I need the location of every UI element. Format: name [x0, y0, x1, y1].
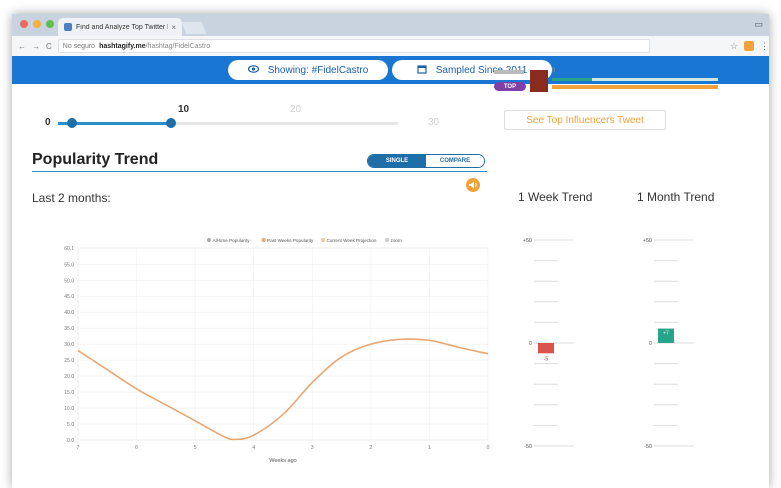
- legend-entry: zoom: [391, 238, 402, 243]
- week-bar-label: -5: [544, 356, 549, 362]
- x-tick-label: 2: [369, 445, 372, 451]
- slider-value-label: 10: [178, 104, 190, 115]
- security-label: No seguro: [62, 42, 96, 50]
- window-controls: [20, 20, 54, 28]
- forward-icon[interactable]: →: [32, 42, 40, 51]
- title-underline: [32, 171, 487, 172]
- y-tick-label: 45.0: [64, 294, 74, 300]
- influencer-zero-label: 0: [552, 68, 556, 74]
- url-host: hashtagify.me: [99, 42, 146, 50]
- influencer-badge: TOP: [494, 82, 526, 91]
- y-tick-label: 0.0: [67, 438, 74, 444]
- x-tick-label: 4: [252, 445, 255, 451]
- legend-entry: All-time Popularity: [213, 238, 251, 243]
- y-tick-label: 60.1: [64, 246, 74, 252]
- page-title: Popularity Trend: [32, 151, 159, 168]
- x-tick-label: 3: [311, 445, 314, 451]
- week-top-label: +50: [523, 238, 532, 244]
- month-mid-label: 0: [649, 341, 652, 347]
- legend-marker: [321, 238, 325, 242]
- legend-marker: [207, 238, 211, 242]
- period-label: Last 2 months:: [32, 191, 111, 205]
- close-window-icon[interactable]: [20, 20, 28, 28]
- bookmark-star-icon[interactable]: ☆: [730, 41, 738, 52]
- toggle-single[interactable]: SINGLE: [368, 155, 426, 167]
- extension-icon[interactable]: [744, 41, 754, 51]
- influencer-avatar[interactable]: [530, 70, 548, 92]
- week-trend-gauge: +50 0 -50 -5: [523, 238, 574, 450]
- x-tick-label: 6: [135, 445, 138, 451]
- view-mode-toggle[interactable]: SINGLE COMPARE: [367, 154, 485, 168]
- calendar-icon: [417, 64, 427, 76]
- see-top-influencers-button[interactable]: See Top Influencers Tweet: [504, 110, 666, 130]
- zoom-window-icon[interactable]: [46, 20, 54, 28]
- x-axis-label: Weeks ago: [269, 458, 296, 464]
- url-path: /hashtag/FidelCastro: [145, 42, 211, 50]
- y-tick-label: 10.0: [64, 406, 74, 412]
- toggle-compare[interactable]: COMPARE: [426, 155, 484, 167]
- slider-min-handle[interactable]: [67, 118, 77, 128]
- x-tick-label: 7: [77, 445, 80, 451]
- legend-entry: Current Week Projection: [327, 238, 377, 243]
- y-tick-label: 15.0: [64, 390, 74, 396]
- month-bottom-label: -50: [644, 444, 652, 450]
- browser-menu-icon[interactable]: ⋮: [760, 41, 769, 52]
- favicon-icon: [64, 23, 72, 31]
- reload-icon[interactable]: C: [46, 42, 52, 51]
- week-trend-bar: [538, 343, 554, 354]
- speaker-icon[interactable]: [466, 178, 480, 192]
- legend-entry: Past Weeks Popularity: [267, 238, 314, 243]
- popularity-chart: 0.05.010.015.020.025.030.035.040.045.050…: [64, 238, 490, 464]
- y-tick-label: 40.0: [64, 310, 74, 316]
- address-bar-row: ← → C No seguro hashtagify.me /hashtag/F…: [12, 36, 769, 57]
- x-tick-label: 0: [487, 445, 490, 451]
- legend-marker: [261, 238, 266, 242]
- month-trend-title: 1 Month Trend: [637, 190, 715, 204]
- y-tick-label: 20.0: [64, 374, 74, 380]
- week-bottom-label: -50: [524, 444, 532, 450]
- slider-mid-label: 20: [290, 104, 302, 115]
- influencer-name: [494, 70, 524, 74]
- x-tick-label: 1: [428, 445, 431, 451]
- y-tick-label: 55.0: [64, 262, 74, 268]
- month-trend-gauge: +50 0 -50 +7: [643, 238, 694, 450]
- showing-label: Showing: #FidelCastro: [267, 64, 369, 76]
- browser-tab-bar: Find and Analyze Top Twitter Hashtags × …: [12, 14, 769, 36]
- week-trend-title: 1 Week Trend: [518, 190, 593, 204]
- y-tick-label: 35.0: [64, 326, 74, 332]
- y-tick-label: 30.0: [64, 342, 74, 348]
- x-tick-label: 5: [194, 445, 197, 451]
- back-icon[interactable]: ←: [18, 42, 26, 51]
- month-bar-label: +7: [663, 331, 669, 337]
- influencer-bar-green: [552, 78, 718, 81]
- url-field[interactable]: No seguro hashtagify.me /hashtag/FidelCa…: [57, 39, 651, 53]
- showing-hashtag-button[interactable]: Showing: #FidelCastro: [228, 60, 388, 80]
- month-top-label: +50: [643, 238, 652, 244]
- legend-marker: [385, 238, 390, 242]
- slider-max-label: 30: [428, 117, 440, 128]
- y-tick-label: 5.0: [67, 422, 74, 428]
- tab-title: Find and Analyze Top Twitter Hashtags: [76, 23, 168, 31]
- y-tick-label: 25.0: [64, 358, 74, 364]
- minimize-window-icon[interactable]: [33, 20, 41, 28]
- top-influencer-card[interactable]: TOP 0: [494, 68, 724, 96]
- browser-tab[interactable]: Find and Analyze Top Twitter Hashtags ×: [58, 18, 182, 36]
- slider-min-label: 0: [45, 117, 51, 128]
- y-tick-label: 50.0: [64, 278, 74, 284]
- influencer-bar-orange: [552, 85, 718, 89]
- window-maximize-icon[interactable]: ▭: [754, 19, 763, 30]
- eye-icon: [247, 65, 259, 75]
- tab-close-icon[interactable]: ×: [171, 23, 176, 32]
- week-mid-label: 0: [529, 341, 532, 347]
- new-tab-button[interactable]: [181, 22, 207, 34]
